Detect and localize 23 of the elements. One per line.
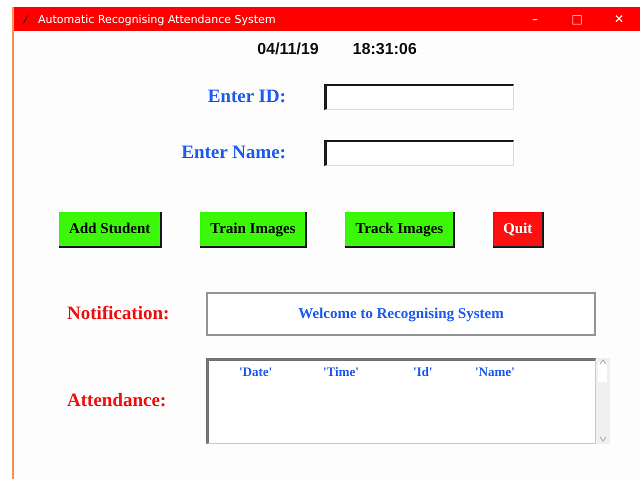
maximize-button[interactable]: □ — [556, 12, 598, 26]
notification-message: Welcome to Recognising System — [206, 292, 596, 336]
feather-icon — [22, 13, 30, 25]
input-field[interactable] — [324, 140, 514, 166]
column-header: 'Time' — [323, 364, 360, 380]
column-header: 'Id' — [413, 364, 434, 380]
attendance-label: Attendance: — [66, 390, 168, 412]
action-button[interactable]: Track Images — [345, 212, 456, 248]
date-label: 04/11/19 — [257, 41, 319, 59]
input-field[interactable] — [324, 84, 514, 110]
field-label: Enter ID: — [206, 86, 286, 108]
window-title: Automatic Recognising Attendance System — [38, 12, 277, 26]
field-label: Enter Name: — [180, 142, 286, 164]
notification-label: Notification: — [66, 303, 170, 325]
scroll-bar[interactable] — [596, 358, 610, 444]
column-header: 'Date' — [239, 364, 274, 380]
action-button[interactable]: Train Images — [200, 212, 308, 248]
quit-button[interactable]: Quit — [493, 212, 544, 248]
time-label: 18:31:06 — [352, 41, 417, 59]
close-button[interactable]: ✕ — [598, 12, 640, 26]
minimize-button[interactable]: – — [514, 12, 556, 26]
column-header: 'Name' — [475, 364, 516, 380]
action-button[interactable]: Add Student — [59, 212, 162, 248]
